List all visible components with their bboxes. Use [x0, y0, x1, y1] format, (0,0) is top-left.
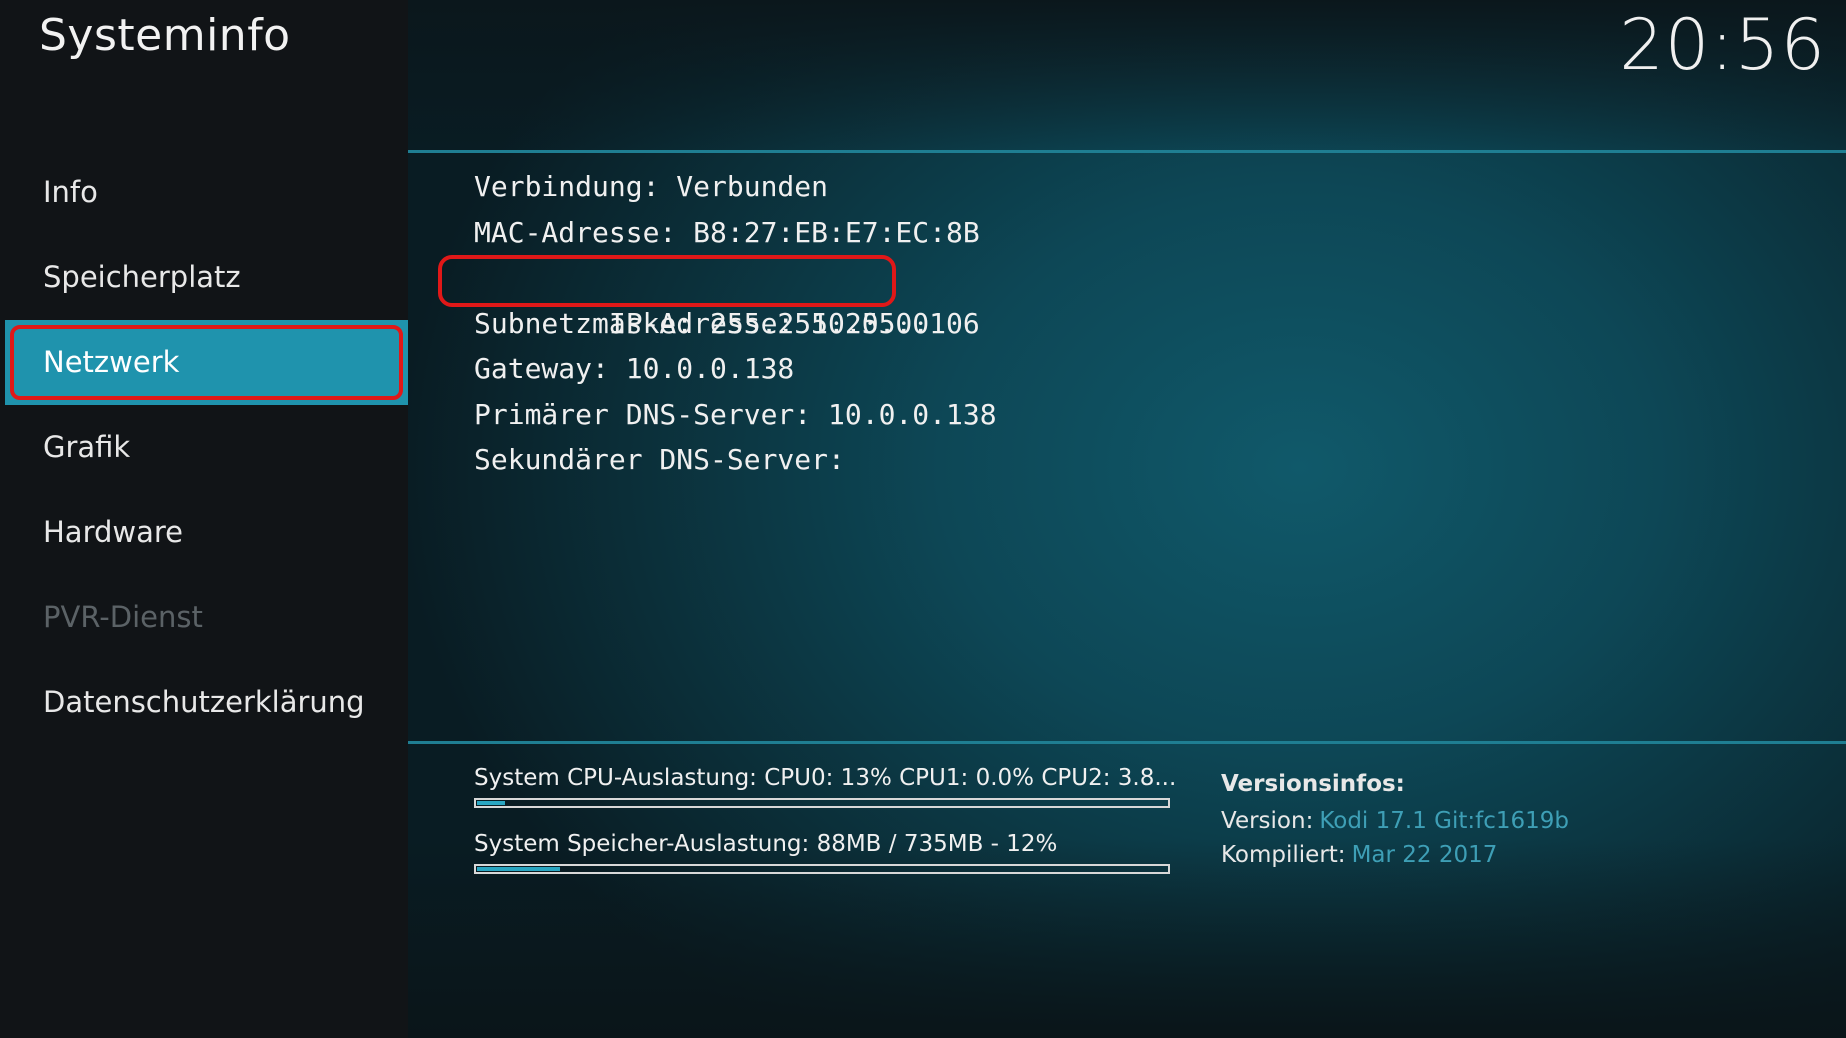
compiled-row: Kompiliert: Mar 22 2017 [1221, 838, 1569, 872]
page-title: Systeminfo [39, 10, 291, 61]
network-dns2-row: Sekundärer DNS-Server: [474, 443, 845, 476]
version-info: Versionsinfos: Version: Kodi 17.1 Git:fc1… [1221, 764, 1569, 872]
version-row: Version: Kodi 17.1 Git:fc1619b [1221, 804, 1569, 838]
compiled-label: Kompiliert: [1221, 842, 1346, 868]
memory-usage-bar [474, 864, 1170, 874]
network-dns1-row: Primärer DNS-Server: 10.0.0.138 [474, 397, 997, 431]
sidebar-item-grafik[interactable]: Grafik [5, 405, 408, 490]
network-mac-row: MAC-Adresse: B8:27:EB:E7:EC:8B [474, 215, 980, 249]
cpu-usage-label: System CPU-Auslastung: CPU0: 13% CPU1: 0… [474, 765, 1177, 791]
version-label: Version: [1221, 808, 1314, 834]
sidebar-item-speicherplatz[interactable]: Speicherplatz [5, 235, 408, 320]
network-info-list: Verbindung: Verbunden MAC-Adresse: B8:27… [438, 164, 997, 483]
version-value: Kodi 17.1 Git:fc1619b [1319, 808, 1570, 834]
highlight-annotation [10, 325, 403, 400]
sidebar-item-info[interactable]: Info [5, 150, 408, 235]
version-heading: Versionsinfos: [1221, 771, 1405, 797]
memory-usage-label: System Speicher-Auslastung: 88MB / 735MB… [474, 831, 1058, 857]
sidebar: Systeminfo Info Speicherplatz Netzwerk G… [0, 0, 408, 1038]
network-ip-row: IP-Adresse: 10.0.0.106 [438, 255, 997, 340]
clock: 20:56 [1619, 4, 1826, 86]
network-connection-row: Verbindung: Verbunden [474, 170, 829, 203]
divider [408, 741, 1846, 744]
network-subnet-row: Subnetzmaske: 255.255.255.0 [474, 306, 930, 340]
sidebar-item-pvr-dienst: PVR-Dienst [43, 600, 203, 634]
systeminfo-screen: Systeminfo Info Speicherplatz Netzwerk G… [0, 0, 1846, 1038]
sidebar-item-datenschutz[interactable]: Datenschutzerklärung [5, 660, 408, 745]
divider [408, 150, 1846, 153]
highlight-annotation [438, 255, 896, 307]
compiled-value: Mar 22 2017 [1351, 842, 1498, 868]
sidebar-menu: Info Speicherplatz Netzwerk Grafik Hardw… [5, 150, 408, 745]
system-usage: System CPU-Auslastung: CPU0: 13% CPU1: 0… [474, 762, 1177, 894]
network-gateway-row: Gateway: 10.0.0.138 [474, 352, 795, 385]
sidebar-item-netzwerk[interactable]: Netzwerk [5, 320, 408, 405]
main-panel: 20:56 Verbindung: Verbunden MAC-Adresse:… [408, 0, 1846, 1038]
sidebar-item-hardware[interactable]: Hardware [5, 490, 408, 575]
cpu-usage-bar [474, 798, 1170, 808]
memory-usage-fill [477, 867, 561, 871]
cpu-usage-fill [477, 801, 505, 805]
